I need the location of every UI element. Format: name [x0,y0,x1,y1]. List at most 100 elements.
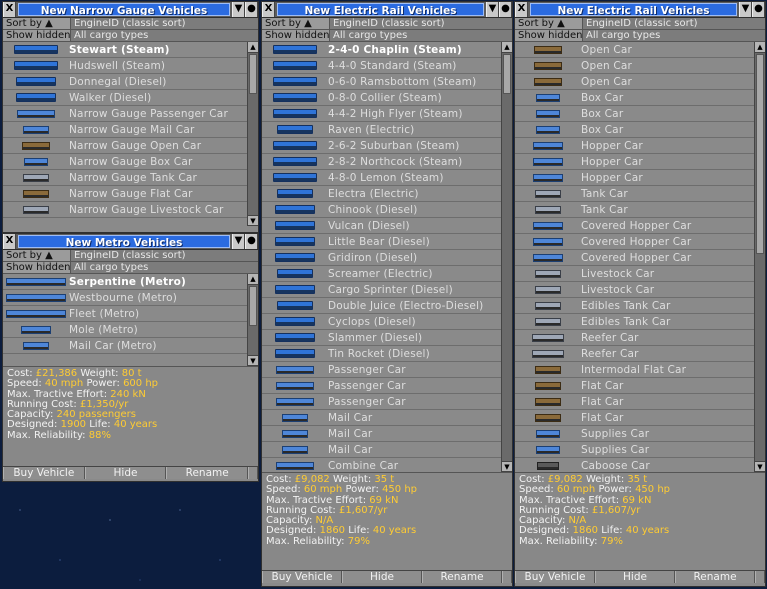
list-item[interactable]: Cargo Sprinter (Diesel) [262,282,512,298]
list-item[interactable]: Mail Car [262,426,512,442]
list-item[interactable]: 4-4-0 Standard (Steam) [262,58,512,74]
list-item[interactable]: Open Car [515,42,765,58]
electric-titlebar[interactable]: X New Electric Rail Vehicles ▼ ● [515,2,765,18]
list-item[interactable]: Flat Car [515,394,765,410]
list-item[interactable]: Narrow Gauge Flat Car [3,186,258,202]
rename-button[interactable]: Rename [675,571,755,583]
buy-vehicle-button[interactable]: Buy Vehicle [3,467,85,479]
list-item[interactable]: Fleet (Metro) [3,306,258,322]
list-item[interactable]: Walker (Diesel) [3,90,258,106]
vertical-scrollbar[interactable]: ▲ ▼ [247,42,258,226]
list-item[interactable]: Box Car [515,90,765,106]
list-item[interactable]: Passenger Car [262,394,512,410]
list-item[interactable]: Flat Car [515,410,765,426]
list-item[interactable]: Livestock Car [515,266,765,282]
list-item[interactable]: Donnegal (Diesel) [3,74,258,90]
scroll-up-icon[interactable]: ▲ [248,274,258,285]
sort-criteria-dropdown[interactable]: EngineID (classic sort) [71,18,258,29]
scrollbar-thumb[interactable] [503,54,511,94]
vehicle-list[interactable]: Stewart (Steam) Hudswell (Steam) Donnegal … [3,42,258,226]
sticky-icon[interactable]: ● [752,2,765,17]
list-item[interactable]: Intermodal Flat Car [515,362,765,378]
list-item[interactable]: Electra (Electric) [262,186,512,202]
vertical-scrollbar[interactable]: ▲ ▼ [501,42,512,472]
list-item[interactable]: Screamer (Electric) [262,266,512,282]
buy-vehicle-button[interactable]: Buy Vehicle [515,571,595,583]
scrollbar-thumb[interactable] [249,54,257,94]
hide-button[interactable]: Hide [84,467,167,479]
shade-icon[interactable]: ▼ [232,234,245,249]
rename-button[interactable]: Rename [166,467,249,479]
list-item[interactable]: Supplies Car [515,426,765,442]
list-item[interactable]: Serpentine (Metro) [3,274,258,290]
list-item[interactable]: Flat Car [515,378,765,394]
sticky-icon[interactable]: ● [245,234,258,249]
list-item[interactable]: Open Car [515,74,765,90]
rename-button[interactable]: Rename [422,571,502,583]
show-hidden-button[interactable]: Show hidden [3,30,71,41]
list-item[interactable]: Passenger Car [262,378,512,394]
scroll-down-icon[interactable]: ▼ [755,461,765,472]
list-item[interactable]: Mail Car [262,442,512,458]
list-item[interactable]: Narrow Gauge Livestock Car [3,202,258,218]
buy-vehicle-button[interactable]: Buy Vehicle [262,571,342,583]
list-item[interactable]: 4-4-2 High Flyer (Steam) [262,106,512,122]
resize-handle[interactable] [755,571,765,583]
list-item[interactable]: Chinook (Diesel) [262,202,512,218]
resize-handle[interactable] [248,467,259,479]
sticky-icon[interactable]: ● [499,2,512,17]
scroll-down-icon[interactable]: ▼ [248,355,258,366]
list-item[interactable]: Hopper Car [515,138,765,154]
list-item[interactable]: Mail Car (Metro) [3,338,258,354]
list-item[interactable]: Caboose Car [515,458,765,472]
list-item[interactable]: 4-8-0 Lemon (Steam) [262,170,512,186]
cargo-filter-dropdown[interactable]: All cargo types [583,30,765,41]
scroll-down-icon[interactable]: ▼ [248,215,258,226]
list-item[interactable]: Tank Car [515,202,765,218]
list-item[interactable]: Mole (Metro) [3,322,258,338]
sort-order-button[interactable]: Sort by ▲ [3,250,71,261]
list-item[interactable]: Cyclops (Diesel) [262,314,512,330]
list-item[interactable]: Slammer (Diesel) [262,330,512,346]
list-item[interactable]: Edibles Tank Car [515,314,765,330]
window-title[interactable]: New Narrow Gauge Vehicles [18,3,230,16]
list-item[interactable]: 2-8-2 Northcock (Steam) [262,154,512,170]
electric-titlebar[interactable]: X New Electric Rail Vehicles ▼ ● [262,2,512,18]
list-item[interactable]: Combine Car [262,458,512,472]
sort-criteria-dropdown[interactable]: EngineID (classic sort) [71,250,258,261]
vehicle-list[interactable]: Serpentine (Metro) Westbourne (Metro) Flee… [3,274,258,366]
list-item[interactable]: Narrow Gauge Box Car [3,154,258,170]
vertical-scrollbar[interactable]: ▲ ▼ [754,42,765,472]
vehicle-list[interactable]: 2-4-0 Chaplin (Steam) 4-4-0 Standard (Ste… [262,42,512,472]
list-item[interactable]: Stewart (Steam) [3,42,258,58]
shade-icon[interactable]: ▼ [486,2,499,17]
list-item[interactable]: Gridiron (Diesel) [262,250,512,266]
list-item[interactable]: Livestock Car [515,282,765,298]
scroll-up-icon[interactable]: ▲ [755,42,765,53]
cargo-filter-dropdown[interactable]: All cargo types [71,262,258,273]
sort-order-button[interactable]: Sort by ▲ [3,18,71,29]
list-item[interactable]: Hopper Car [515,154,765,170]
window-title[interactable]: New Metro Vehicles [18,235,230,248]
list-item[interactable]: Reefer Car [515,330,765,346]
sticky-icon[interactable]: ● [245,2,258,17]
list-item[interactable]: Mail Car [262,410,512,426]
hide-button[interactable]: Hide [595,571,675,583]
list-item[interactable]: Covered Hopper Car [515,234,765,250]
list-item[interactable]: 2-6-2 Suburban (Steam) [262,138,512,154]
show-hidden-button[interactable]: Show hidden [3,262,71,273]
list-item[interactable]: Little Bear (Diesel) [262,234,512,250]
scroll-down-icon[interactable]: ▼ [502,461,512,472]
list-item[interactable]: Double Juice (Electro-Diesel) [262,298,512,314]
list-item[interactable]: Box Car [515,106,765,122]
list-item[interactable]: 0-8-0 Collier (Steam) [262,90,512,106]
list-item[interactable]: Hudswell (Steam) [3,58,258,74]
list-item[interactable]: Reefer Car [515,346,765,362]
list-item[interactable]: Tank Car [515,186,765,202]
window-title[interactable]: New Electric Rail Vehicles [530,3,737,16]
scrollbar-thumb[interactable] [756,54,764,254]
list-item[interactable]: Covered Hopper Car [515,250,765,266]
scroll-up-icon[interactable]: ▲ [248,42,258,53]
metro-titlebar[interactable]: X New Metro Vehicles ▼ ● [3,234,258,250]
scroll-up-icon[interactable]: ▲ [502,42,512,53]
